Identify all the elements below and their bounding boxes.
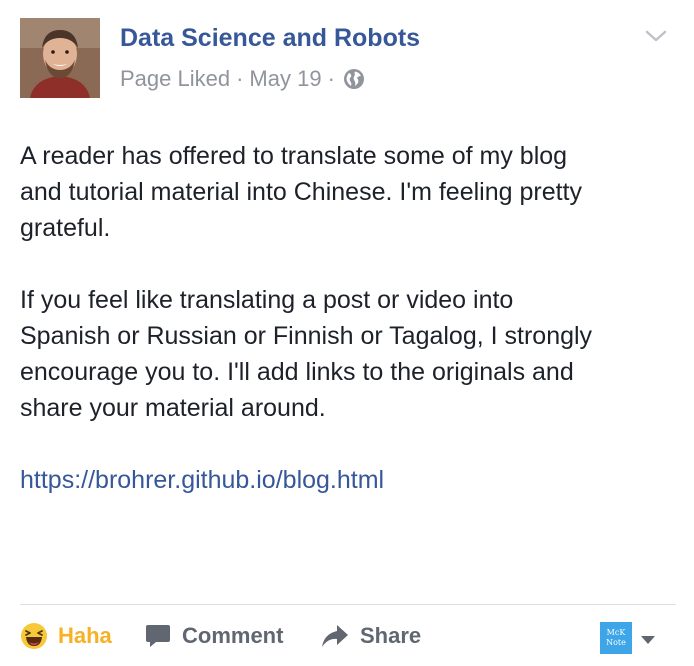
post-message: A reader has offered to translate some o…	[20, 138, 680, 498]
haha-reaction-button[interactable]: Haha	[20, 616, 112, 656]
post-meta: Page Liked · May 19 ·	[120, 66, 365, 92]
badge-line2: Note	[606, 638, 626, 647]
comment-icon	[146, 625, 170, 647]
meta-separator: ·	[236, 66, 244, 91]
meta-separator: ·	[327, 66, 335, 91]
action-bar: Haha Comment Share	[20, 616, 676, 656]
post-paragraph: A reader has offered to translate some o…	[20, 142, 582, 242]
page-name-link[interactable]: Data Science and Robots	[120, 24, 420, 53]
post-paragraph: If you feel like translating a post or v…	[20, 286, 593, 422]
avatar[interactable]	[20, 18, 100, 98]
comment-button[interactable]: Comment	[144, 616, 283, 656]
page-liked-status: Page Liked	[120, 66, 231, 91]
caret-down-icon[interactable]	[640, 632, 656, 644]
mck-note-badge[interactable]: McK Note	[600, 622, 632, 654]
globe-icon[interactable]	[343, 68, 365, 90]
share-label: Share	[360, 623, 422, 648]
comment-label: Comment	[182, 623, 284, 648]
badge-line1: McK	[606, 628, 626, 637]
haha-label: Haha	[58, 623, 112, 648]
share-button[interactable]: Share	[320, 616, 421, 656]
blog-link[interactable]: https://brohrer.github.io/blog.html	[20, 466, 384, 494]
share-icon	[322, 625, 348, 647]
divider	[20, 604, 676, 605]
facebook-post: Data Science and Robots Page Liked · May…	[0, 0, 694, 666]
chevron-down-icon[interactable]	[644, 28, 668, 44]
haha-emoji-icon	[21, 623, 47, 649]
post-date[interactable]: May 19	[249, 66, 321, 92]
